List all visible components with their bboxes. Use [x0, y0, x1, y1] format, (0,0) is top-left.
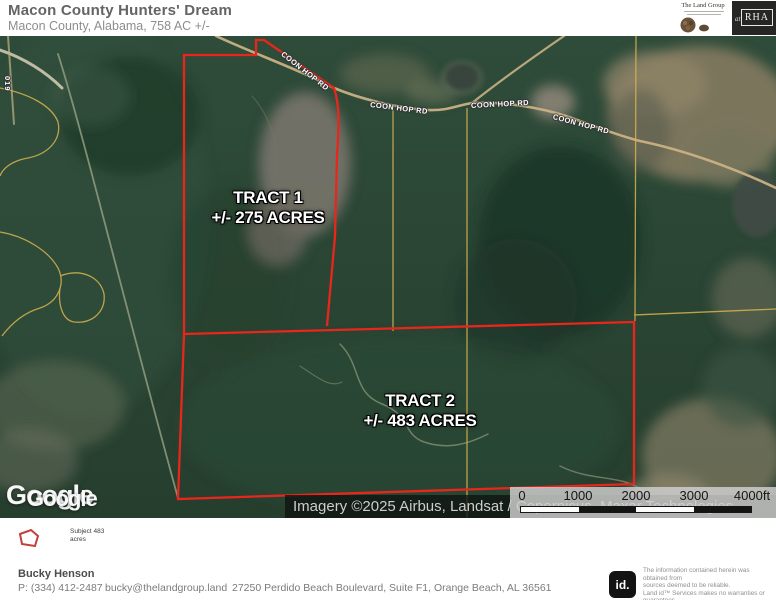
- scale-bar-segments: [520, 506, 752, 513]
- scale-tick: 0: [518, 488, 525, 503]
- disclaimer-line: sources deemed to be reliable.: [643, 582, 773, 590]
- disclaimer: The information contained herein was obt…: [643, 567, 773, 600]
- scale-tick: 1000: [564, 488, 593, 503]
- disclaimer-line: Land id™ Services makes no warranties or…: [643, 590, 773, 600]
- tract-2-acres: +/- 483 ACRES: [325, 411, 515, 431]
- logo-rule: [684, 11, 724, 12]
- scale-tick: 4000ft: [734, 488, 770, 503]
- rha-at-text: at: [735, 15, 740, 23]
- tract-1-acres: +/- 275 ACRES: [183, 208, 353, 228]
- footer: Bucky Henson P: (334) 412-2487 bucky@the…: [0, 559, 776, 600]
- scale-tick: 2000: [622, 488, 651, 503]
- legend-subject-line2: acres: [70, 536, 104, 544]
- tract-2-label: TRACT 2 +/- 483 ACRES: [325, 391, 515, 431]
- land-group-logo-text: The Land Group: [674, 2, 732, 9]
- scale-bar: 0 1000 2000 3000 4000ft: [510, 487, 776, 518]
- agent-phone: P: (334) 412-2487: [18, 582, 103, 594]
- subject-polygon-icon: [16, 527, 42, 549]
- rha-mark: RHA: [741, 9, 773, 26]
- brand-logos: The Land Group at RHA: [674, 0, 776, 36]
- map-canvas: TRACT 1 +/- 275 ACRES TRACT 2 +/- 483 AC…: [0, 36, 776, 518]
- legend: Subject 483 acres: [0, 518, 776, 559]
- office-address: 27250 Perdido Beach Boulevard, Suite F1,…: [232, 582, 552, 594]
- disclaimer-line: The information contained herein was obt…: [643, 567, 773, 582]
- listing-map-page: Macon County Hunters' Dream Macon County…: [0, 0, 776, 600]
- page-subtitle: Macon County, Alabama, 758 AC +/-: [8, 19, 210, 33]
- agent-name: Bucky Henson: [18, 568, 94, 580]
- land-group-logo: The Land Group: [674, 0, 732, 36]
- tract-1-label: TRACT 1 +/- 275 ACRES: [183, 188, 353, 228]
- legend-subject-label: Subject 483 acres: [70, 528, 104, 544]
- scale-tick: 3000: [680, 488, 709, 503]
- agent-email[interactable]: bucky@thelandgroup.land: [105, 582, 227, 594]
- google-watermark: Google: [27, 486, 97, 512]
- page-title: Macon County Hunters' Dream: [8, 2, 232, 19]
- landid-logo: id.: [609, 571, 636, 598]
- pinecone-icon: [674, 15, 732, 35]
- legend-subject-line1: Subject 483: [70, 528, 104, 536]
- header: Macon County Hunters' Dream Macon County…: [0, 0, 776, 36]
- tract-1-name: TRACT 1: [183, 188, 353, 208]
- tract-2-name: TRACT 2: [325, 391, 515, 411]
- rha-logo: at RHA: [732, 1, 776, 35]
- road-number-label: 019: [3, 76, 12, 92]
